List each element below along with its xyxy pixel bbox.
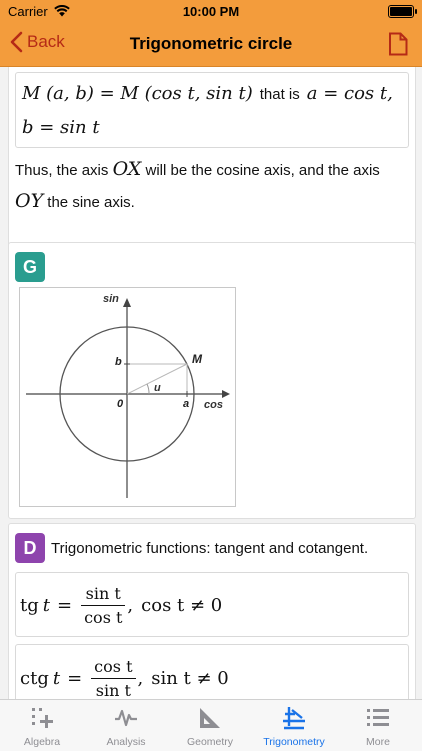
tab-label-geometry: Geometry: [186, 736, 234, 748]
section-badge-d: D: [15, 533, 45, 563]
back-button[interactable]: Back: [10, 31, 65, 53]
label-cos: cos: [204, 399, 223, 411]
analysis-icon: [115, 709, 137, 727]
tangent-fraction: sin t cos t: [81, 584, 126, 627]
formula-box-tangent: tg t = sin t cos t , cos t ≠ 0: [15, 572, 409, 637]
label-a: a: [183, 398, 190, 410]
para-text-2: will be the cosine axis, and the axis: [145, 162, 380, 179]
document-icon: [389, 32, 408, 56]
back-button-label: Back: [27, 32, 65, 51]
unit-circle-figure: [26, 298, 230, 498]
cotangent-var: t: [52, 667, 61, 689]
label-b: b: [115, 356, 122, 368]
chevron-left-icon: [10, 31, 23, 53]
tangent-denominator: cos t: [84, 607, 123, 627]
tab-label-trigonometry: Trigonometry: [263, 736, 325, 748]
formula-m-point: M (a, b) = M (cos t, sin t): [22, 83, 253, 104]
axis-oy-label: OY: [15, 190, 44, 212]
label-sin: sin: [103, 293, 119, 305]
navigation-bar: Back Trigonometric circle: [0, 22, 422, 67]
tab-label-more: More: [366, 736, 390, 748]
more-icon: [367, 709, 389, 726]
geometry-icon: [200, 708, 220, 728]
tab-algebra[interactable]: Algebra: [0, 700, 84, 751]
axes-paragraph: Thus, the axis OX will be the cosine axi…: [15, 154, 407, 218]
status-time: 10:00 PM: [182, 4, 240, 19]
unit-circle-diagram: sin cos M b a u 0: [19, 287, 236, 507]
tab-geometry[interactable]: Geometry: [168, 700, 252, 751]
formula-connector: that is: [259, 86, 300, 103]
tab-analysis[interactable]: Analysis: [84, 700, 168, 751]
label-origin: 0: [117, 398, 124, 410]
status-bar: Carrier 10:00 PM: [0, 0, 422, 22]
cotangent-fraction: cos t sin t: [91, 657, 136, 700]
content-scroll[interactable]: M (a, b) = M (cos t, sin t) that is a = co…: [0, 67, 422, 699]
tangent-condition: cos t ≠ 0: [141, 594, 223, 616]
tangent-numerator: sin t: [81, 584, 126, 606]
tab-more[interactable]: More: [336, 700, 420, 751]
trigonometry-icon: [283, 707, 305, 730]
tab-bar: Algebra Analysis Geometry Trigonometry M…: [0, 699, 422, 751]
section-badge-g: G: [15, 252, 45, 282]
trig-functions-card: D Trigonometric functions: tangent and c…: [8, 523, 416, 699]
algebra-icon: [32, 708, 53, 728]
diagram-card: G sin cos M b a u 0: [8, 242, 416, 519]
formula-b-eq-sin: b = sin t: [22, 117, 100, 138]
formula-box-cotangent: ctg t = cos t sin t , sin t ≠ 0: [15, 644, 409, 699]
tab-label-analysis: Analysis: [106, 736, 146, 748]
tab-label-algebra: Algebra: [23, 736, 61, 748]
cotangent-name: ctg: [20, 667, 49, 689]
section-heading: Trigonometric functions: tangent and cot…: [51, 540, 369, 557]
axis-ox-label: OX: [112, 158, 142, 180]
document-button[interactable]: [388, 32, 408, 61]
label-m: M: [192, 352, 202, 366]
cotangent-condition: sin t ≠ 0: [151, 667, 229, 689]
cotangent-numerator: cos t: [91, 657, 136, 679]
para-text-1: Thus, the axis: [15, 162, 109, 179]
formula-box-m-point: M (a, b) = M (cos t, sin t) that is a = co…: [15, 72, 409, 148]
tangent-var: t: [42, 594, 50, 616]
label-u: u: [154, 382, 161, 394]
tab-trigonometry[interactable]: Trigonometry: [252, 700, 336, 751]
tangent-name: tg: [20, 594, 39, 616]
para-text-3: the sine axis.: [47, 194, 135, 211]
formula-a-eq-cos: a = cos t,: [306, 83, 393, 104]
battery-icon: [388, 5, 417, 18]
cotangent-denominator: sin t: [95, 680, 131, 700]
